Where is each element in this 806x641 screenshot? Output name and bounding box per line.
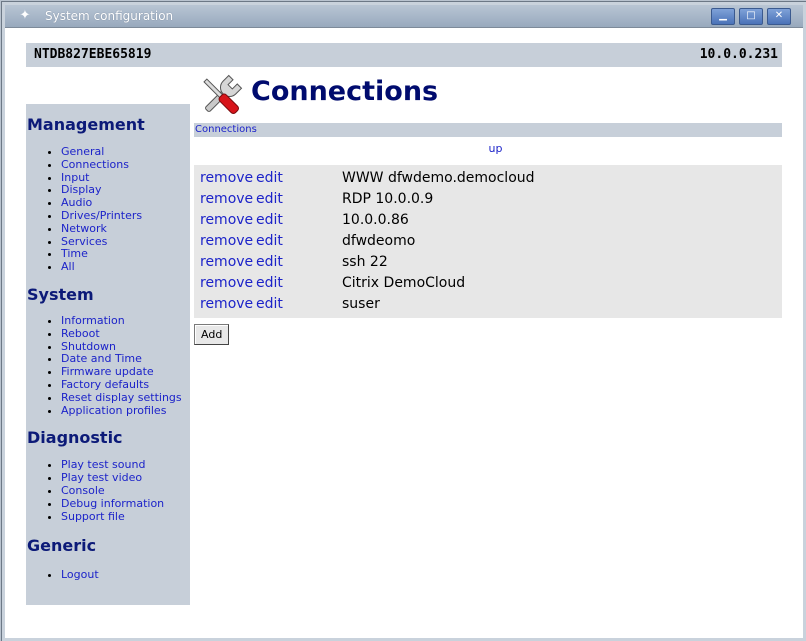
sidebar-item-information[interactable]: Information bbox=[61, 314, 125, 327]
connection-name: dfwdeomo bbox=[342, 233, 416, 249]
edit-connection-link[interactable]: edit bbox=[256, 273, 283, 294]
app-window: ✦ System configuration ▁ □ ✕ NTDB827EBE6… bbox=[2, 2, 806, 641]
table-row: remove edit dfwdeomo bbox=[194, 231, 782, 252]
maximize-button[interactable]: □ bbox=[739, 8, 763, 25]
up-row: up bbox=[194, 137, 782, 161]
minimize-button[interactable]: ▁ bbox=[711, 8, 735, 25]
tools-icon bbox=[203, 74, 243, 114]
sidebar-item-reboot[interactable]: Reboot bbox=[61, 327, 100, 340]
remove-connection-link[interactable]: remove bbox=[200, 252, 253, 273]
ip-address-label: 10.0.0.231 bbox=[699, 47, 778, 62]
edit-connection-link[interactable]: edit bbox=[256, 168, 283, 189]
sidebar-section-management: Management General Connections Input Dis… bbox=[26, 104, 190, 274]
connection-name: 10.0.0.86 bbox=[342, 212, 409, 228]
sidebar-item-audio[interactable]: Audio bbox=[61, 196, 92, 209]
sidebar-item-logout[interactable]: Logout bbox=[61, 568, 99, 581]
main-panel: Connections up remove edit WWW dfwdemo.d… bbox=[194, 123, 782, 345]
sidebar-item-general[interactable]: General bbox=[61, 145, 104, 158]
window-menu-icon[interactable]: ✦ bbox=[18, 9, 32, 23]
up-link[interactable]: up bbox=[489, 142, 503, 155]
sidebar-item-services[interactable]: Services bbox=[61, 235, 107, 248]
sidebar-item-play-test-video[interactable]: Play test video bbox=[61, 471, 142, 484]
page-content: NTDB827EBE65819 10.0.0.231 Connections M… bbox=[5, 28, 803, 638]
connection-name: RDP 10.0.0.9 bbox=[342, 191, 434, 207]
sidebar-item-all[interactable]: All bbox=[61, 260, 75, 273]
remove-connection-link[interactable]: remove bbox=[200, 294, 253, 315]
edit-connection-link[interactable]: edit bbox=[256, 189, 283, 210]
sidebar-section-diagnostic: Diagnostic Play test sound Play test vid… bbox=[26, 417, 190, 523]
sidebar-item-debug-information[interactable]: Debug information bbox=[61, 497, 164, 510]
connections-table: remove edit WWW dfwdemo.democloud remove… bbox=[194, 165, 782, 318]
sidebar-item-date-and-time[interactable]: Date and Time bbox=[61, 352, 142, 365]
remove-connection-link[interactable]: remove bbox=[200, 210, 253, 231]
sidebar: Management General Connections Input Dis… bbox=[26, 104, 190, 605]
sidebar-item-shutdown[interactable]: Shutdown bbox=[61, 340, 116, 353]
sidebar-item-play-test-sound[interactable]: Play test sound bbox=[61, 458, 145, 471]
section-title: System bbox=[27, 284, 94, 304]
edit-connection-link[interactable]: edit bbox=[256, 252, 283, 273]
sidebar-item-display[interactable]: Display bbox=[61, 183, 102, 196]
edit-connection-link[interactable]: edit bbox=[256, 231, 283, 252]
sidebar-item-reset-display-settings[interactable]: Reset display settings bbox=[61, 391, 182, 404]
sidebar-item-drives-printers[interactable]: Drives/Printers bbox=[61, 209, 142, 222]
sidebar-item-connections[interactable]: Connections bbox=[61, 158, 129, 171]
sidebar-section-system: System Information Reboot Shutdown Date … bbox=[26, 274, 190, 417]
sidebar-item-factory-defaults[interactable]: Factory defaults bbox=[61, 378, 149, 391]
page-title: Connections bbox=[251, 76, 439, 107]
sidebar-item-network[interactable]: Network bbox=[61, 222, 107, 235]
host-bar: NTDB827EBE65819 10.0.0.231 bbox=[26, 43, 782, 67]
edit-connection-link[interactable]: edit bbox=[256, 210, 283, 231]
edit-connection-link[interactable]: edit bbox=[256, 294, 283, 315]
sidebar-item-input[interactable]: Input bbox=[61, 171, 89, 184]
table-row: remove edit ssh 22 bbox=[194, 252, 782, 273]
table-row: remove edit 10.0.0.86 bbox=[194, 210, 782, 231]
remove-connection-link[interactable]: remove bbox=[200, 168, 253, 189]
sidebar-item-time[interactable]: Time bbox=[61, 247, 88, 260]
close-button[interactable]: ✕ bbox=[767, 8, 791, 25]
hostname-label: NTDB827EBE65819 bbox=[34, 47, 152, 62]
table-row: remove edit suser bbox=[194, 294, 782, 315]
connection-name: ssh 22 bbox=[342, 254, 388, 270]
sidebar-item-firmware-update[interactable]: Firmware update bbox=[61, 365, 154, 378]
remove-connection-link[interactable]: remove bbox=[200, 231, 253, 252]
window-title: System configuration bbox=[45, 9, 174, 23]
connection-name: Citrix DemoCloud bbox=[342, 275, 466, 291]
connection-name: suser bbox=[342, 296, 380, 312]
sidebar-item-application-profiles[interactable]: Application profiles bbox=[61, 404, 166, 417]
sidebar-item-console[interactable]: Console bbox=[61, 484, 105, 497]
breadcrumb: Connections bbox=[194, 123, 782, 137]
remove-connection-link[interactable]: remove bbox=[200, 273, 253, 294]
connection-name: WWW dfwdemo.democloud bbox=[342, 170, 535, 186]
breadcrumb-connections[interactable]: Connections bbox=[195, 124, 257, 135]
section-title: Diagnostic bbox=[27, 428, 123, 448]
table-row: remove edit RDP 10.0.0.9 bbox=[194, 189, 782, 210]
table-row: remove edit Citrix DemoCloud bbox=[194, 273, 782, 294]
table-row: remove edit WWW dfwdemo.democloud bbox=[194, 168, 782, 189]
title-bar[interactable]: ✦ System configuration ▁ □ ✕ bbox=[5, 5, 803, 28]
add-connection-button[interactable]: Add bbox=[194, 324, 230, 345]
sidebar-section-generic: Generic Logout bbox=[26, 523, 190, 582]
remove-connection-link[interactable]: remove bbox=[200, 189, 253, 210]
sidebar-item-support-file[interactable]: Support file bbox=[61, 510, 125, 523]
section-title: Generic bbox=[27, 536, 97, 556]
section-title: Management bbox=[27, 115, 145, 134]
